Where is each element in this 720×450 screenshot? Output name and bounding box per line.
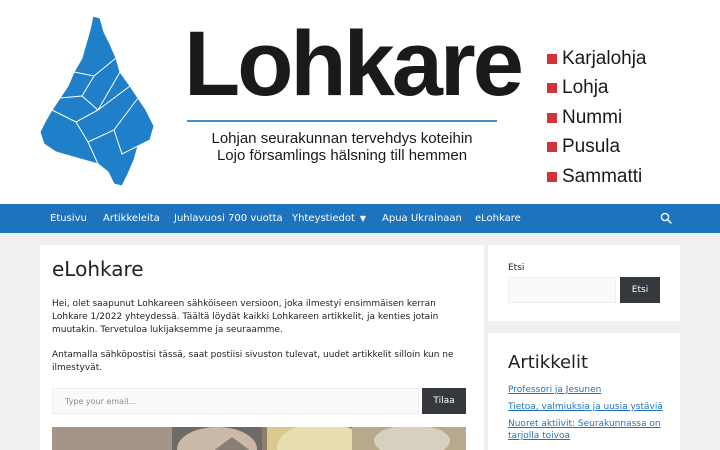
page-title: eLohkare: [52, 257, 144, 281]
articles-heading: Artikkelit: [508, 352, 589, 373]
nav-item-elohkare[interactable]: eLohkare: [475, 204, 521, 233]
subscribe-description: Antamalla sähköpostisi tässä, saat posti…: [52, 350, 454, 373]
square-bullet-icon: [547, 83, 557, 94]
site-header: Lohkare Lohjan seurakunnan tervehdys kot…: [0, 0, 720, 204]
brand-title[interactable]: Lohkare: [184, 18, 524, 110]
search-label: Etsi: [508, 263, 525, 273]
article-link[interactable]: Professori ja Jesunen: [508, 385, 601, 395]
tagline-finnish: Lohjan seurakunnan tervehdys koteihin: [211, 130, 473, 147]
list-item: Nuoret aktiivit: Seurakunnassa on tarjol…: [508, 418, 668, 442]
parish-item: Nummi: [547, 103, 647, 133]
nav-item-etusivu[interactable]: Etusivu: [50, 204, 87, 233]
square-bullet-icon: [547, 142, 557, 153]
parish-list: Karjalohja Lohja Nummi Pusula Sammatti: [547, 44, 647, 192]
parish-item: Pusula: [547, 133, 647, 163]
square-bullet-icon: [547, 171, 557, 182]
sidebar-articles-widget: Artikkelit Professori ja Jesunen Tietoa,…: [488, 333, 680, 450]
article-link[interactable]: Nuoret aktiivit: Seurakunnassa on tarjol…: [508, 419, 661, 441]
nav-item-yhteystiedot[interactable]: Yhteystiedot ▼: [292, 204, 366, 233]
parish-item: Lohja: [547, 74, 647, 104]
brand-divider: [187, 120, 497, 122]
article-link[interactable]: Tietoa, valmiuksia ja uusia ystäviä: [508, 402, 663, 412]
square-bullet-icon: [547, 112, 557, 123]
subscribe-button[interactable]: Tilaa: [422, 388, 466, 414]
square-bullet-icon: [547, 53, 557, 64]
search-icon[interactable]: [660, 212, 672, 224]
region-map-logo[interactable]: [38, 14, 158, 189]
intro-paragraph: Hei, olet saapunut Lohkareen sähköiseen …: [52, 299, 439, 335]
tagline-swedish: Lojo församlings hälsning till hemmen: [216, 147, 468, 164]
list-item: Professori ja Jesunen: [508, 384, 668, 396]
parish-item: Karjalohja: [547, 44, 647, 74]
chevron-down-icon: ▼: [359, 214, 367, 223]
parish-item: Sammatti: [547, 162, 647, 192]
search-button[interactable]: Etsi: [620, 277, 660, 303]
tagline: Lohjan seurakunnan tervehdys koteihin Lo…: [190, 130, 494, 164]
sidebar-search-widget: Etsi Etsi: [488, 245, 680, 321]
main-navigation: Etusivu Artikkeleita Juhlavuosi 700 vuot…: [0, 204, 720, 233]
article-list: Professori ja Jesunen Tietoa, valmiuksia…: [508, 384, 668, 447]
search-input[interactable]: [508, 277, 616, 303]
nav-item-juhlavuosi[interactable]: Juhlavuosi 700 vuotta: [174, 204, 283, 233]
nav-item-apua-ukrainaan[interactable]: Apua Ukrainaan: [382, 204, 462, 233]
nav-item-artikkeleita[interactable]: Artikkeleita: [103, 204, 160, 233]
featured-article-image[interactable]: [52, 427, 466, 450]
main-content: eLohkare Hei, olet saapunut Lohkareen sä…: [40, 245, 484, 450]
email-field[interactable]: [52, 388, 419, 414]
list-item: Tietoa, valmiuksia ja uusia ystäviä: [508, 401, 668, 413]
